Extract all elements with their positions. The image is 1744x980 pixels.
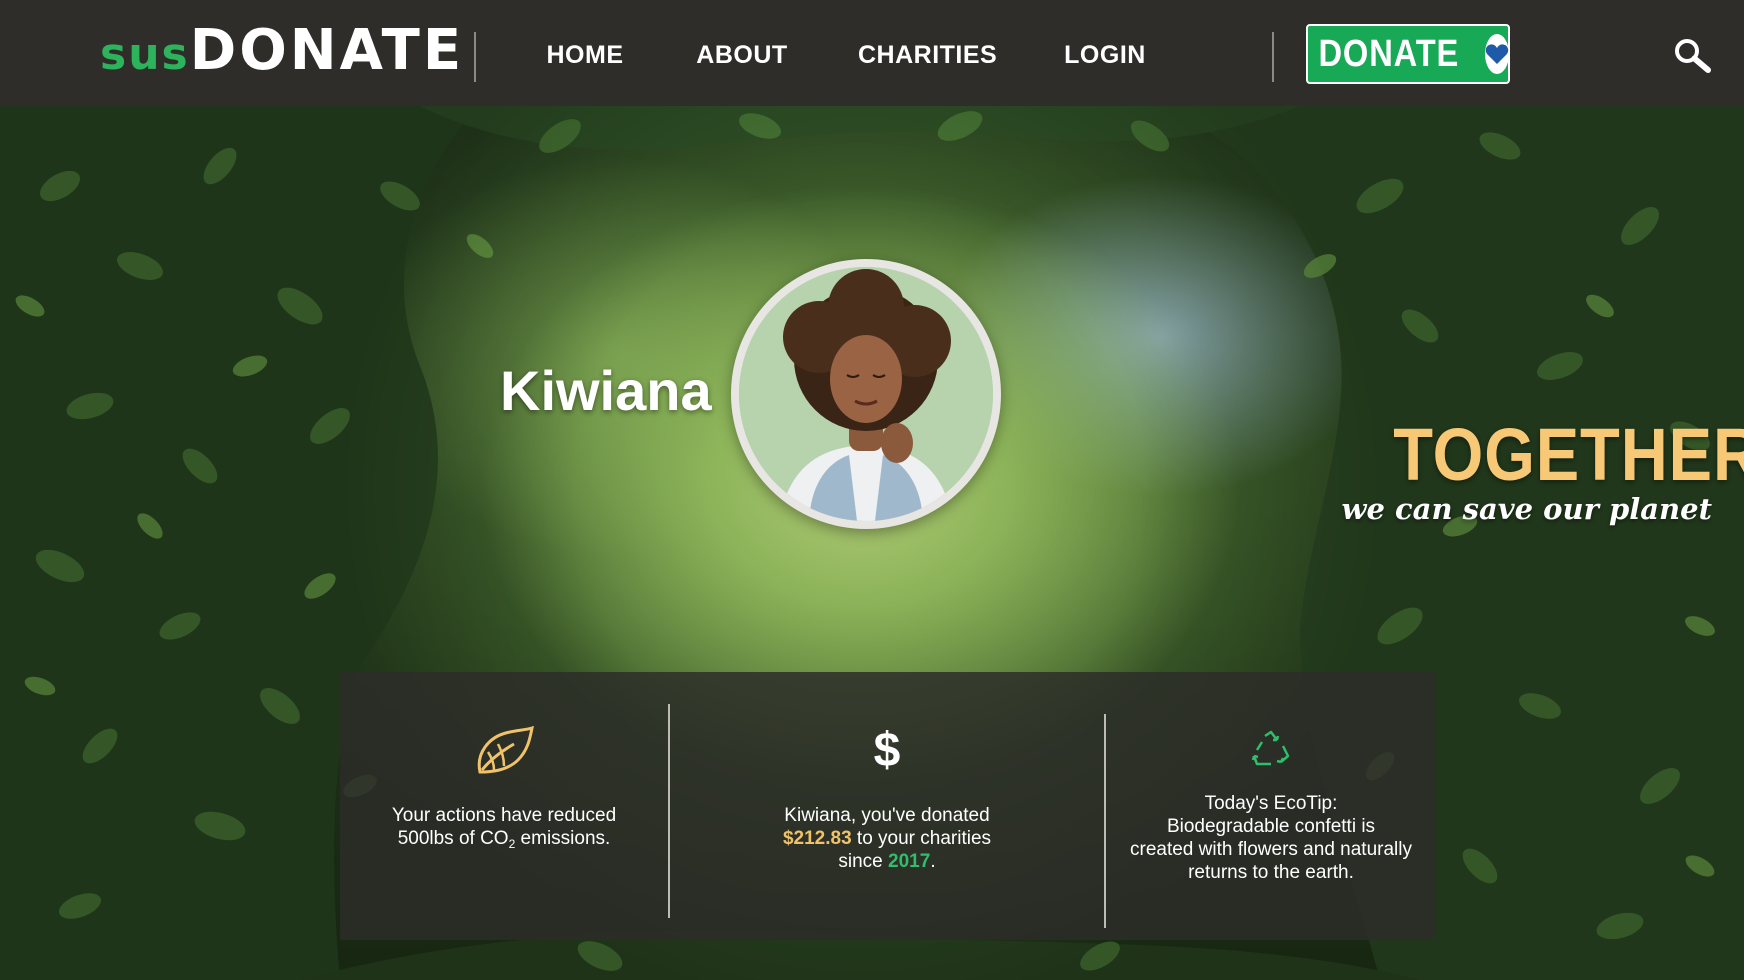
profile-name: Kiwiana xyxy=(500,359,712,422)
nav-login[interactable]: LOGIN xyxy=(1060,37,1150,73)
co2-stat: Your actions have reduced 500lbs of CO2 … xyxy=(340,672,668,940)
heart-icon xyxy=(1484,34,1509,74)
ecotip-line-1: Today's EcoTip: xyxy=(1204,793,1338,814)
sus-donate-logo[interactable]: sus DONATE xyxy=(100,18,464,88)
profile-avatar[interactable] xyxy=(731,259,1001,529)
donation-line-3: since 2017. xyxy=(838,851,936,872)
donation-stat-text: Kiwiana, you've donated $212.83 to your … xyxy=(670,804,1104,873)
hero-background: Kiwiana TOGETHER we can save our planet xyxy=(0,106,1744,980)
nav-charities[interactable]: CHARITIES xyxy=(858,37,997,73)
co2-stat-text: Your actions have reduced 500lbs of CO2 … xyxy=(340,804,668,856)
ecotip-line-3: created with flowers and naturally xyxy=(1130,839,1412,860)
donate-button[interactable]: DONATE xyxy=(1306,24,1510,84)
ecotip-stat: Today's EcoTip: Biodegradable confetti i… xyxy=(1106,672,1436,940)
logo-prefix: sus xyxy=(100,29,190,80)
co2-line-1: Your actions have reduced xyxy=(391,805,617,826)
donation-stat: $ Kiwiana, you've donated $212.83 to you… xyxy=(670,672,1104,940)
donation-year: 2017 xyxy=(888,851,931,872)
donate-button-label: DONATE xyxy=(1318,32,1460,75)
nav-home[interactable]: HOME xyxy=(540,37,630,73)
impact-stats-panel: Your actions have reduced 500lbs of CO2 … xyxy=(340,672,1436,940)
svg-text:$: $ xyxy=(874,724,901,774)
header-divider xyxy=(474,32,476,82)
avatar-portrait-image xyxy=(739,267,993,521)
donation-line-1: Kiwiana, you've donated xyxy=(784,805,990,826)
tagline-headline: TOGETHER xyxy=(1393,413,1744,496)
ecotip-stat-text: Today's EcoTip: Biodegradable confetti i… xyxy=(1106,792,1436,884)
logo-main: DONATE xyxy=(189,18,465,83)
tagline-subline: we can save our planet xyxy=(1341,492,1712,526)
top-navbar: sus DONATE HOME ABOUT CHARITIES LOGIN DO… xyxy=(0,0,1744,106)
dollar-icon: $ xyxy=(870,722,904,780)
nav-about[interactable]: ABOUT xyxy=(694,37,790,73)
ecotip-line-2: Biodegradable confetti is xyxy=(1166,816,1376,837)
recycle-icon xyxy=(1251,730,1291,774)
ecotip-line-4: returns to the earth. xyxy=(1188,862,1354,883)
leaf-icon xyxy=(474,725,534,782)
co2-line-2: 500lbs of CO2 emissions. xyxy=(397,828,611,851)
donation-line-2: $212.83 to your charities xyxy=(782,828,992,849)
header-divider xyxy=(1272,32,1274,82)
search-icon[interactable] xyxy=(1672,36,1712,76)
donation-amount: $212.83 xyxy=(782,828,852,849)
